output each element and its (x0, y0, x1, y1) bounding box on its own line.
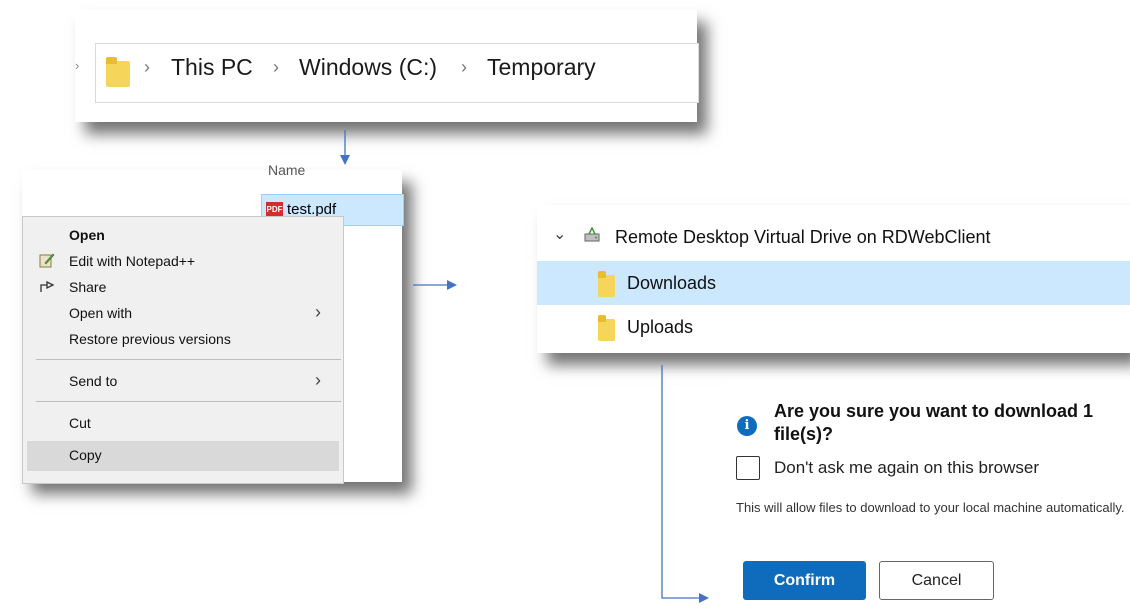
cancel-button[interactable]: Cancel (879, 561, 994, 600)
address-bar[interactable]: › This PC › Windows (C:) › Temporary (95, 43, 699, 103)
tree-label-remote-drive: Remote Desktop Virtual Drive on RDWebCli… (615, 227, 991, 247)
chevron-right-icon: › (315, 302, 321, 322)
tree-item-downloads[interactable]: Downloads (537, 261, 1130, 305)
menu-item-copy[interactable]: Copy (27, 441, 339, 471)
menu-item-open-with[interactable]: Open with › (23, 301, 343, 327)
chevron-right-icon: › (315, 370, 321, 390)
dialog-title: Are you sure you want to download 1 file… (774, 401, 1094, 444)
folder-icon (598, 315, 615, 341)
confirm-button[interactable]: Confirm (743, 561, 866, 600)
arrow-drive-to-dialog (661, 365, 709, 603)
notepad-icon (39, 252, 55, 272)
column-header-name[interactable]: Name (268, 162, 305, 178)
breadcrumb-separator: › (461, 57, 467, 77)
info-icon: i (737, 416, 757, 436)
chevron-down-icon[interactable]: ⌄ (553, 224, 566, 244)
download-confirm-dialog: i Are you sure you want to download 1 fi… (727, 380, 1130, 613)
menu-item-open[interactable]: Open (23, 223, 343, 249)
breadcrumb-separator: › (273, 57, 279, 77)
dont-ask-checkbox[interactable] (736, 456, 760, 480)
menu-item-send-to[interactable]: Send to › (23, 369, 343, 395)
breadcrumb-item-temporary[interactable]: Temporary (487, 54, 596, 81)
context-menu: Open Edit with Notepad++ Share Open with… (22, 216, 344, 484)
breadcrumb-item-windows-c[interactable]: Windows (C:) (299, 54, 437, 81)
dont-ask-checkbox-label[interactable]: Don't ask me again on this browser (774, 458, 1039, 478)
tree-label-downloads: Downloads (627, 273, 717, 293)
network-drive-icon (583, 226, 603, 242)
breadcrumb-panel: › › This PC › Windows (C:) › Temporary (75, 10, 699, 122)
menu-item-cut[interactable]: Cut (23, 411, 343, 437)
breadcrumb-item-this-pc[interactable]: This PC (171, 54, 253, 81)
back-chevron-icon[interactable]: › (75, 58, 79, 73)
share-icon (39, 278, 55, 298)
menu-item-restore-versions[interactable]: Restore previous versions (23, 327, 343, 353)
menu-item-share[interactable]: Share (23, 275, 343, 301)
tree-label-uploads: Uploads (627, 317, 694, 337)
breadcrumb-separator: › (144, 57, 150, 77)
folder-icon (106, 57, 130, 87)
folder-icon (598, 271, 615, 297)
pdf-icon: PDF (266, 202, 283, 217)
dialog-description: This will allow files to download to you… (736, 500, 1125, 515)
menu-separator (36, 401, 341, 402)
tree-item-remote-drive[interactable]: ⌄ Remote Desktop Virtual Drive on RDWebC… (537, 215, 1130, 259)
menu-item-edit-notepad[interactable]: Edit with Notepad++ (23, 249, 343, 275)
menu-separator (36, 359, 341, 360)
remote-drive-tree: ⌄ Remote Desktop Virtual Drive on RDWebC… (537, 205, 1130, 353)
explorer-context-panel: Name PDF test.pdf Open Edit with Notepad… (22, 162, 404, 484)
tree-item-uploads[interactable]: Uploads (537, 305, 1130, 349)
